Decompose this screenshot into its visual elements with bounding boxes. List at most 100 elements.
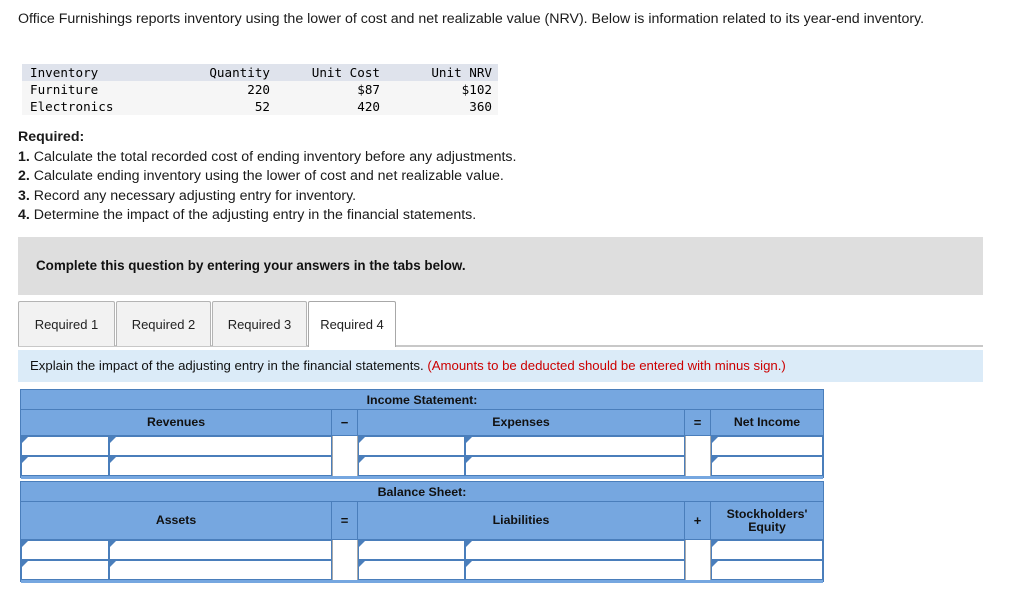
question-instruction: Explain the impact of the adjusting entr… [30, 358, 786, 373]
dropdown-marker-icon [110, 561, 116, 567]
balance-asset-amount-input-r2[interactable] [109, 560, 332, 580]
income-revenue-amount-input-r2[interactable] [109, 456, 332, 476]
dropdown-marker-icon [466, 437, 472, 443]
inventory-col-inventory: Inventory [30, 65, 99, 80]
tab-required-2[interactable]: Required 2 [116, 301, 211, 346]
balance-header-operator-plus: + [685, 502, 711, 540]
required-item-4-number: 4. [18, 207, 30, 224]
dropdown-marker-icon [22, 541, 28, 547]
dropdown-marker-icon [712, 541, 718, 547]
income-operator-cell-r1 [332, 436, 358, 456]
income-expense-label-input-r1[interactable] [358, 436, 465, 456]
income-input-row [21, 436, 823, 456]
income-header-net-income: Net Income [711, 410, 823, 436]
inventory-cell-unit-cost: 420 [357, 99, 380, 114]
question-instruction-main: Explain the impact of the adjusting entr… [30, 358, 424, 373]
inventory-cell-name: Furniture [30, 82, 99, 97]
income-grid-footer [21, 476, 823, 479]
dropdown-marker-icon [22, 437, 28, 443]
inventory-col-quantity: Quantity [209, 65, 270, 80]
balance-input-row [21, 540, 823, 560]
required-item-2-text: Calculate ending inventory using the low… [33, 168, 504, 185]
balance-equity-input-r2[interactable] [711, 560, 823, 580]
balance-liability-label-input-r1[interactable] [358, 540, 465, 560]
dropdown-marker-icon [359, 457, 365, 463]
required-item-3: 3. Record any necessary adjusting entry … [18, 187, 516, 207]
balance-operator-cell-r1 [332, 540, 358, 560]
balance-liability-amount-input-r2[interactable] [465, 560, 685, 580]
required-item-1: 1. Calculate the total recorded cost of … [18, 148, 516, 168]
income-expense-amount-input-r1[interactable] [465, 436, 685, 456]
income-net-income-input-r1[interactable] [711, 436, 823, 456]
inventory-col-unit-cost: Unit Cost [311, 65, 380, 80]
balance-liability-label-input-r2[interactable] [358, 560, 465, 580]
income-statement-title: Income Statement: [21, 390, 823, 410]
balance-asset-label-input-r2[interactable] [21, 560, 109, 580]
income-statement-grid: Income Statement: Revenues − Expenses = … [20, 389, 824, 479]
inventory-cell-name: Electronics [30, 99, 114, 114]
intro-paragraph: Office Furnishings reports inventory usi… [18, 11, 925, 27]
required-item-4: 4. Determine the impact of the adjusting… [18, 206, 516, 226]
required-item-2: 2. Calculate ending inventory using the … [18, 167, 516, 187]
question-instruction-note: (Amounts to be deducted should be entere… [427, 358, 786, 373]
balance-header-liabilities: Liabilities [358, 502, 685, 540]
income-header-operator-equals: = [685, 410, 711, 436]
required-item-1-number: 1. [18, 148, 30, 165]
question-instruction-bar: Explain the impact of the adjusting entr… [18, 350, 983, 382]
income-revenue-label-input-r1[interactable] [21, 436, 109, 456]
income-header-revenues: Revenues [21, 410, 332, 436]
dropdown-marker-icon [712, 437, 718, 443]
inventory-col-unit-nrv: Unit NRV [431, 65, 492, 80]
table-row: Furniture 220 $87 $102 [22, 81, 498, 98]
dropdown-marker-icon [22, 561, 28, 567]
dropdown-marker-icon [712, 457, 718, 463]
balance-sheet-title: Balance Sheet: [21, 482, 823, 502]
tab-strip: Required 1 Required 2 Required 3 Require… [18, 301, 983, 347]
tab-required-4[interactable]: Required 4 [308, 301, 396, 347]
table-row: Electronics 52 420 360 [22, 98, 498, 115]
income-revenue-label-input-r2[interactable] [21, 456, 109, 476]
balance-input-row [21, 560, 823, 580]
inventory-cell-unit-nrv: $102 [461, 82, 492, 97]
dropdown-marker-icon [466, 541, 472, 547]
dropdown-marker-icon [110, 541, 116, 547]
required-item-4-text: Determine the impact of the adjusting en… [33, 207, 477, 224]
dropdown-marker-icon [110, 437, 116, 443]
balance-grid-footer [21, 580, 823, 583]
inventory-cell-quantity: 220 [247, 82, 270, 97]
balance-operator-cell-r2 [332, 560, 358, 580]
required-block: Required: 1. Calculate the total recorde… [18, 128, 516, 226]
income-operator-cell2-r2 [685, 456, 711, 476]
income-expense-amount-input-r2[interactable] [465, 456, 685, 476]
balance-operator-cell2-r1 [685, 540, 711, 560]
instructions-banner: Complete this question by entering your … [18, 237, 983, 295]
dropdown-marker-icon [110, 457, 116, 463]
balance-asset-amount-input-r1[interactable] [109, 540, 332, 560]
income-expense-label-input-r2[interactable] [358, 456, 465, 476]
required-item-1-text: Calculate the total recorded cost of end… [33, 148, 517, 165]
income-revenue-amount-input-r1[interactable] [109, 436, 332, 456]
balance-operator-cell2-r2 [685, 560, 711, 580]
required-title: Required: [18, 129, 85, 145]
income-net-income-input-r2[interactable] [711, 456, 823, 476]
balance-equity-input-r1[interactable] [711, 540, 823, 560]
dropdown-marker-icon [22, 457, 28, 463]
income-header-expenses: Expenses [358, 410, 685, 436]
inventory-header-row: Inventory Quantity Unit Cost Unit NRV [22, 64, 498, 81]
instructions-banner-text: Complete this question by entering your … [36, 258, 466, 273]
balance-liability-amount-input-r1[interactable] [465, 540, 685, 560]
dropdown-marker-icon [466, 561, 472, 567]
inventory-cell-quantity: 52 [254, 99, 270, 114]
dropdown-marker-icon [359, 561, 365, 567]
required-item-2-number: 2. [18, 168, 30, 185]
tab-required-1[interactable]: Required 1 [18, 301, 115, 346]
dropdown-marker-icon [359, 541, 365, 547]
dropdown-marker-icon [466, 457, 472, 463]
balance-asset-label-input-r1[interactable] [21, 540, 109, 560]
income-header-operator-minus: − [332, 410, 358, 436]
required-item-3-number: 3. [18, 187, 30, 204]
balance-header-operator-equals: = [332, 502, 358, 540]
tab-required-3[interactable]: Required 3 [212, 301, 307, 346]
inventory-cell-unit-nrv: 360 [469, 99, 492, 114]
balance-sheet-grid: Balance Sheet: Assets = Liabilities + St… [20, 481, 824, 583]
